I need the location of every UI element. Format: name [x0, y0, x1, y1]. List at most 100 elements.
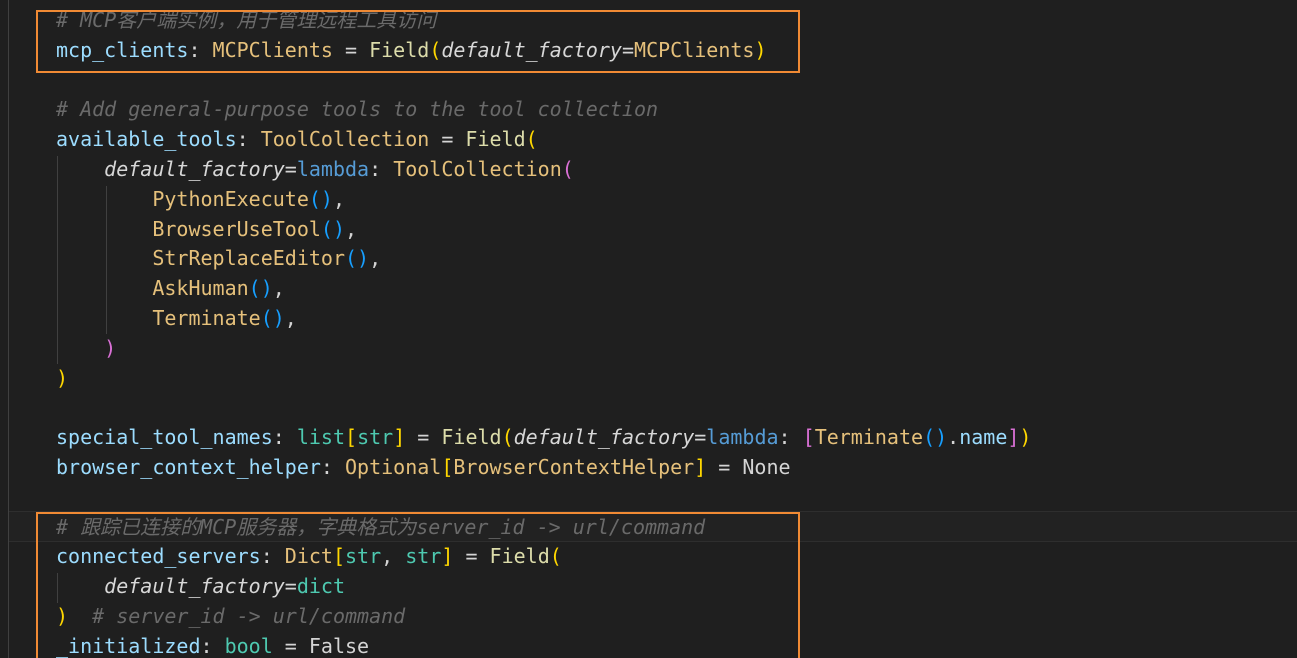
code-token: = [453, 544, 490, 569]
code-token: ) [56, 365, 69, 390]
code-token: = [284, 157, 297, 181]
code-token: : [778, 425, 803, 450]
code-token: , [381, 544, 406, 569]
code-editor[interactable]: # MCP客户端实例，用于管理远程工具访问 mcp_clients: MCPCli… [0, 0, 1297, 658]
code-token: Dict [284, 544, 333, 569]
code-token: [ [441, 455, 454, 479]
code-token: = [284, 574, 297, 599]
code-token: MCPClients [634, 37, 755, 62]
code-token: Field [465, 127, 526, 152]
code-line[interactable]: # Add general-purpose tools to the tool … [56, 95, 658, 125]
code-token: : [272, 425, 297, 450]
code-token: lambda [706, 425, 779, 450]
code-token: MCPClients [212, 37, 333, 62]
code-token: connected_servers [56, 544, 261, 569]
code-token: ToolCollection [393, 157, 562, 181]
code-token: : [320, 455, 345, 479]
code-token: . [947, 425, 960, 450]
code-token: default_factory [104, 157, 285, 181]
code-line[interactable]: default_factory=lambda: ToolCollection( [56, 155, 574, 185]
code-token: dict [296, 574, 346, 599]
code-token: : [200, 633, 225, 658]
code-token: str [345, 544, 382, 569]
code-line[interactable]: mcp_clients: MCPClients = Field(default_… [56, 36, 767, 66]
code-token: , [272, 276, 285, 301]
code-token: ) [104, 335, 117, 360]
code-token: = [621, 37, 635, 62]
code-token: lambda [296, 157, 370, 181]
code-token: default_factory [513, 425, 695, 450]
code-line[interactable]: special_tool_names: list[str] = Field(de… [56, 423, 1031, 453]
code-token: ) [1019, 425, 1032, 450]
code-token: , [332, 186, 346, 211]
code-line[interactable]: connected_servers: Dict[str, str] = Fiel… [56, 542, 562, 572]
code-token: : [369, 157, 394, 181]
code-token: = [332, 37, 370, 62]
code-line[interactable]: AskHuman(), [56, 274, 285, 304]
code-token: () [248, 276, 273, 301]
code-line[interactable]: Terminate(), [56, 304, 297, 334]
code-token: () [320, 216, 345, 241]
code-token: ( [429, 37, 442, 62]
code-line[interactable]: ) [56, 334, 116, 364]
code-line[interactable]: available_tools: ToolCollection = Field( [56, 125, 538, 155]
code-token: available_tools [56, 127, 237, 152]
code-line[interactable]: # 跟踪已连接的MCP服务器，字典格式为server_id -> url/com… [56, 513, 705, 543]
code-token: ToolCollection [260, 127, 430, 152]
code-token: browser_context_helper [56, 455, 321, 479]
code-token: special_tool_names [56, 425, 273, 450]
code-token: mcp_clients [56, 37, 189, 62]
code-token: Terminate [814, 425, 924, 450]
code-token: () [923, 425, 948, 450]
code-token: Field [441, 425, 502, 450]
code-token: , [345, 216, 358, 241]
code-token: () [260, 306, 285, 330]
code-token: list [296, 425, 346, 450]
code-token: default_factory [104, 574, 285, 599]
code-line[interactable]: ) [56, 364, 68, 394]
code-line[interactable]: _initialized: bool = False [56, 632, 369, 658]
code-token: Optional [345, 455, 442, 479]
code-token: BrowserUseTool [152, 216, 321, 241]
code-line[interactable]: StrReplaceEditor(), [56, 244, 381, 274]
code-token: None [742, 455, 791, 479]
code-token: : [236, 127, 261, 152]
code-token: bool [224, 633, 273, 658]
code-token: : [188, 37, 213, 62]
code-line[interactable]: # MCP客户端实例，用于管理远程工具访问 [56, 6, 436, 36]
code-token: = [405, 425, 442, 450]
code-line[interactable]: default_factory=dict [56, 572, 345, 602]
code-token: = [272, 633, 309, 658]
code-token: [ [345, 425, 358, 450]
code-token: Terminate [152, 306, 261, 330]
code-token: AskHuman [152, 276, 249, 301]
code-token: () [344, 246, 370, 271]
code-token: StrReplaceEditor [152, 246, 345, 271]
code-token: PythonExecute [152, 186, 309, 211]
code-token: ( [501, 425, 514, 450]
code-token: _initialized [56, 633, 201, 658]
code-token: Field [369, 37, 430, 62]
code-token: name [959, 425, 1008, 450]
code-token: [ [332, 544, 346, 569]
code-token: # 跟踪已连接的MCP服务器，字典格式为server_id -> url/com… [56, 514, 706, 539]
code-line[interactable]: PythonExecute(), [56, 185, 345, 215]
code-token: : [260, 544, 285, 569]
code-token: str [405, 544, 442, 569]
code-token: , [369, 246, 382, 271]
code-line[interactable]: ) # server_id -> url/command [56, 602, 405, 632]
code-token: ( [525, 127, 538, 152]
code-token: # MCP客户端实例，用于管理远程工具访问 [56, 8, 437, 32]
code-token: str [357, 425, 394, 450]
code-line[interactable]: BrowserUseTool(), [56, 215, 357, 245]
code-line[interactable]: browser_context_helper: Optional[Browser… [56, 453, 791, 483]
code-token: = [706, 455, 743, 479]
code-token: ( [549, 544, 562, 569]
